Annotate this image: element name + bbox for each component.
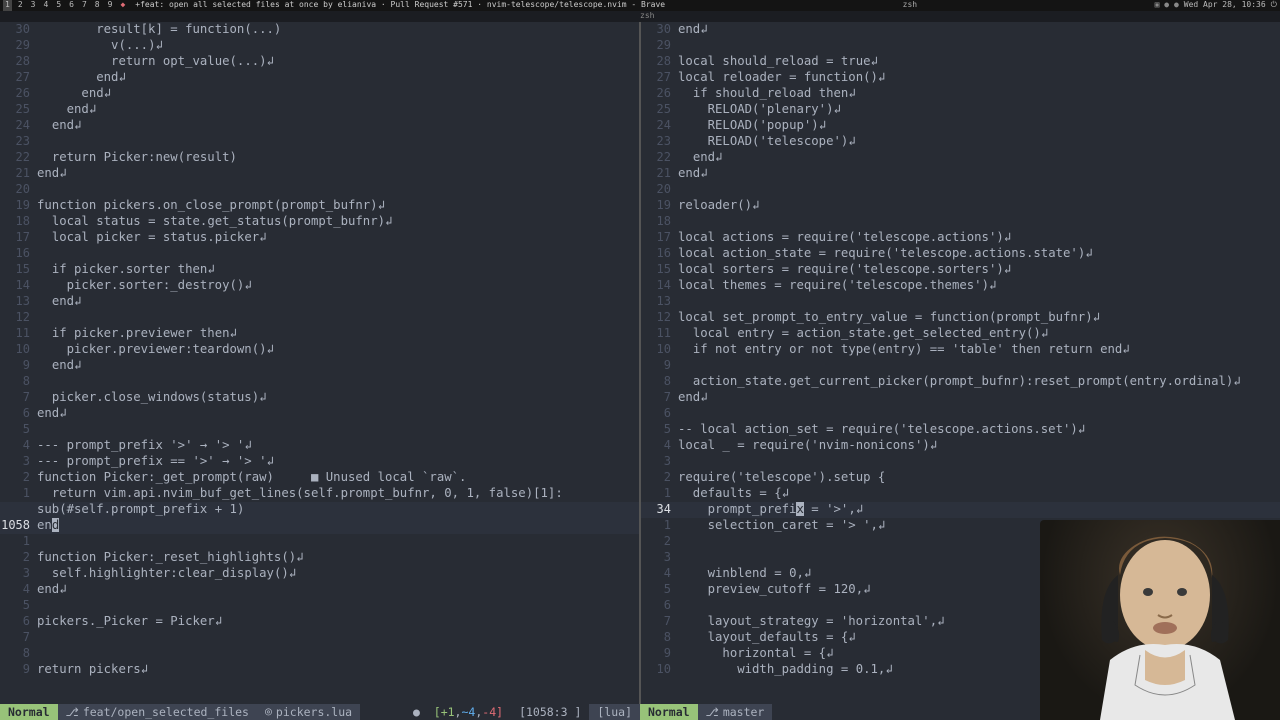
power-icon[interactable]: ⏻ [1271, 0, 1277, 10]
system-top-bar: 1 23456789 ◆ +feat: open all selected fi… [0, 0, 1280, 11]
code-line[interactable]: 10 if not entry or not type(entry) == 't… [641, 342, 1280, 358]
statusline-left: Normal ⎇feat/open_selected_files ⌾picker… [0, 704, 640, 720]
code-line[interactable]: 13 [641, 294, 1280, 310]
ws-indicator[interactable]: 1 [3, 0, 12, 10]
code-line[interactable]: 12 [0, 310, 639, 326]
code-line[interactable]: 5 [0, 598, 639, 614]
code-line[interactable]: 2function Picker:_reset_highlights()↲ [0, 550, 639, 566]
code-line[interactable]: 2function Picker:_get_prompt(raw) ■ Unus… [0, 470, 639, 486]
code-line[interactable]: 22 return Picker:new(result) [0, 150, 639, 166]
code-line[interactable]: 9 end↲ [0, 358, 639, 374]
code-line[interactable]: 6pickers._Picker = Picker↲ [0, 614, 639, 630]
git-diff-stats: ● [+1, ~4, -4] [405, 704, 511, 720]
cursor-position: [1058:3 ] [511, 704, 589, 720]
code-line[interactable]: 20 [641, 182, 1280, 198]
code-line[interactable]: 29 v(...)↲ [0, 38, 639, 54]
code-line[interactable]: 5 [0, 422, 639, 438]
tray-icons[interactable]: ▣ ● ● [1155, 0, 1179, 10]
code-line[interactable]: 30end↲ [641, 22, 1280, 38]
code-line[interactable]: sub(#self.prompt_prefix + 1) [0, 502, 639, 518]
code-line[interactable]: 12local set_prompt_to_entry_value = func… [641, 310, 1280, 326]
code-line[interactable]: 21end↲ [641, 166, 1280, 182]
code-line[interactable]: 17 local picker = status.picker↲ [0, 230, 639, 246]
code-line[interactable]: 5-- local action_set = require('telescop… [641, 422, 1280, 438]
filetype: [lua] [589, 704, 640, 720]
code-line[interactable]: 9 [641, 358, 1280, 374]
code-line[interactable]: 25 end↲ [0, 102, 639, 118]
code-line[interactable]: 25 RELOAD('plenary')↲ [641, 102, 1280, 118]
code-line[interactable]: 30 result[k] = function(...) [0, 22, 639, 38]
code-line[interactable]: 23 RELOAD('telescope')↲ [641, 134, 1280, 150]
git-branch: ⎇master [698, 704, 773, 720]
code-line[interactable]: 1 [0, 534, 639, 550]
tab-zsh[interactable]: zsh [640, 11, 654, 21]
webcam-overlay [1040, 520, 1280, 720]
code-line[interactable]: 29 [641, 38, 1280, 54]
code-line[interactable]: 4--- prompt_prefix '>' → '> '↲ [0, 438, 639, 454]
window-title: +feat: open all selected files at once b… [135, 0, 665, 10]
code-line[interactable]: 3--- prompt_prefix == '>' → '> '↲ [0, 454, 639, 470]
code-line[interactable]: 7 [0, 630, 639, 646]
code-line[interactable]: 11 local entry = action_state.get_select… [641, 326, 1280, 342]
code-line[interactable]: 1058end [0, 518, 639, 534]
code-line[interactable]: 17local actions = require('telescope.act… [641, 230, 1280, 246]
mode-indicator: Normal [0, 704, 58, 720]
code-line[interactable]: 26 end↲ [0, 86, 639, 102]
code-line[interactable]: 18 local status = state.get_status(promp… [0, 214, 639, 230]
code-line[interactable]: 20 [0, 182, 639, 198]
code-line[interactable]: 6end↲ [0, 406, 639, 422]
code-line[interactable]: 28 return opt_value(...)↲ [0, 54, 639, 70]
clock: Wed Apr 28, 10:36 [1184, 0, 1266, 10]
code-line[interactable]: 14local themes = require('telescope.them… [641, 278, 1280, 294]
code-line[interactable]: 23 [0, 134, 639, 150]
code-line[interactable]: 3 self.highlighter:clear_display()↲ [0, 566, 639, 582]
code-line[interactable]: 2require('telescope').setup { [641, 470, 1280, 486]
filename: ⌾pickers.lua [257, 704, 360, 720]
code-line[interactable]: 1 return vim.api.nvim_buf_get_lines(self… [0, 486, 639, 502]
code-line[interactable]: 11 if picker.previewer then↲ [0, 326, 639, 342]
code-line[interactable]: 10 picker.previewer:teardown()↲ [0, 342, 639, 358]
brave-icon: ◆ [120, 0, 125, 10]
code-line[interactable]: 9return pickers↲ [0, 662, 639, 678]
mode-indicator: Normal [640, 704, 698, 720]
code-line[interactable]: 15 if picker.sorter then↲ [0, 262, 639, 278]
code-line[interactable]: 13 end↲ [0, 294, 639, 310]
code-line[interactable]: 1 defaults = {↲ [641, 486, 1280, 502]
code-line[interactable]: 3 [641, 454, 1280, 470]
code-line[interactable]: 8 [0, 374, 639, 390]
code-line[interactable]: 18 [641, 214, 1280, 230]
code-line[interactable]: 26 if should_reload then↲ [641, 86, 1280, 102]
code-line[interactable]: 28local should_reload = true↲ [641, 54, 1280, 70]
code-line[interactable]: 8 action_state.get_current_picker(prompt… [641, 374, 1280, 390]
code-line[interactable]: 7 picker.close_windows(status)↲ [0, 390, 639, 406]
code-line[interactable]: 19reloader()↲ [641, 198, 1280, 214]
center-title: zsh [903, 0, 917, 10]
code-line[interactable]: 27local reloader = function()↲ [641, 70, 1280, 86]
code-line[interactable]: 24 end↲ [0, 118, 639, 134]
code-line[interactable]: 19function pickers.on_close_prompt(promp… [0, 198, 639, 214]
code-line[interactable]: 14 picker.sorter:_destroy()↲ [0, 278, 639, 294]
code-line[interactable]: 22 end↲ [641, 150, 1280, 166]
terminal-tab-bar: zsh [0, 11, 1280, 22]
code-line[interactable]: 8 [0, 646, 639, 662]
left-pane[interactable]: 30 result[k] = function(...)29 v(...)↲28… [0, 22, 641, 704]
code-line[interactable]: 15local sorters = require('telescope.sor… [641, 262, 1280, 278]
code-line[interactable]: 4local _ = require('nvim-nonicons')↲ [641, 438, 1280, 454]
code-line[interactable]: 4end↲ [0, 582, 639, 598]
code-line[interactable]: 24 RELOAD('popup')↲ [641, 118, 1280, 134]
code-line[interactable]: 34 prompt_prefix = '>',↲ [641, 502, 1280, 518]
code-line[interactable]: 21end↲ [0, 166, 639, 182]
code-line[interactable]: 27 end↲ [0, 70, 639, 86]
code-line[interactable]: 7end↲ [641, 390, 1280, 406]
code-line[interactable]: 6 [641, 406, 1280, 422]
git-branch: ⎇feat/open_selected_files [58, 704, 257, 720]
code-line[interactable]: 16local action_state = require('telescop… [641, 246, 1280, 262]
code-line[interactable]: 16 [0, 246, 639, 262]
